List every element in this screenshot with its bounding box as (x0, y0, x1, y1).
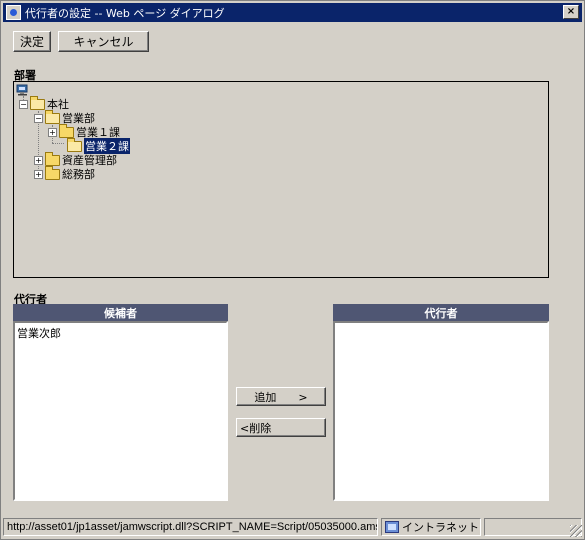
proxies-listbox[interactable] (333, 321, 549, 501)
ie-page-icon (6, 5, 21, 20)
proxies-header: 代行者 (333, 304, 549, 321)
expand-icon[interactable]: + (34, 169, 43, 179)
list-item[interactable]: 営業次郎 (17, 325, 61, 341)
folder-icon (45, 151, 60, 166)
folder-icon (59, 123, 74, 138)
tree-node-label: 総務部 (62, 168, 95, 181)
resize-grip[interactable] (570, 525, 582, 537)
window-title: 代行者の設定 -- Web ページ ダイアログ (25, 6, 225, 20)
folder-icon (30, 95, 45, 110)
security-zone: イントラネット (381, 518, 481, 536)
folder-icon (45, 165, 60, 180)
tree-node-general-affairs[interactable]: + 総務部 (34, 165, 95, 181)
department-tree[interactable]: − 本社 − 営業部 + 営業１課 営業２課 + 資産管理部 + 総務部 (13, 81, 549, 278)
candidates-listbox[interactable]: 営業次郎 (13, 321, 228, 501)
expand-icon[interactable]: + (48, 127, 57, 137)
folder-icon (45, 109, 60, 124)
dialog-window: 代行者の設定 -- Web ページ ダイアログ × 決定 キャンセル 部署 − … (0, 0, 585, 540)
candidates-header: 候補者 (13, 304, 228, 321)
status-bar: http://asset01/jp1asset/jamwscript.dll?S… (3, 517, 582, 537)
remove-button[interactable]: <削除 (236, 418, 326, 437)
tree-connector (52, 143, 64, 144)
open-folder-icon (67, 137, 82, 152)
tree-node-sales-1[interactable]: + 営業１課 (48, 123, 120, 139)
status-panel (484, 518, 582, 536)
close-button[interactable]: × (563, 5, 579, 19)
decide-button[interactable]: 決定 (13, 31, 51, 52)
title-bar: 代行者の設定 -- Web ページ ダイアログ × (3, 3, 582, 22)
collapse-icon[interactable]: − (34, 113, 43, 123)
network-root-icon (16, 84, 28, 96)
collapse-icon[interactable]: − (19, 99, 28, 109)
cancel-button[interactable]: キャンセル (58, 31, 149, 52)
add-button[interactable]: 追加 > (236, 387, 326, 406)
expand-icon[interactable]: + (34, 155, 43, 165)
intranet-icon (385, 521, 399, 533)
status-url: http://asset01/jp1asset/jamwscript.dll?S… (3, 518, 378, 536)
tree-node-root[interactable]: − 本社 (19, 95, 69, 111)
zone-label: イントラネット (402, 521, 479, 534)
tree-node-sales-2[interactable]: 営業２課 (67, 137, 130, 154)
